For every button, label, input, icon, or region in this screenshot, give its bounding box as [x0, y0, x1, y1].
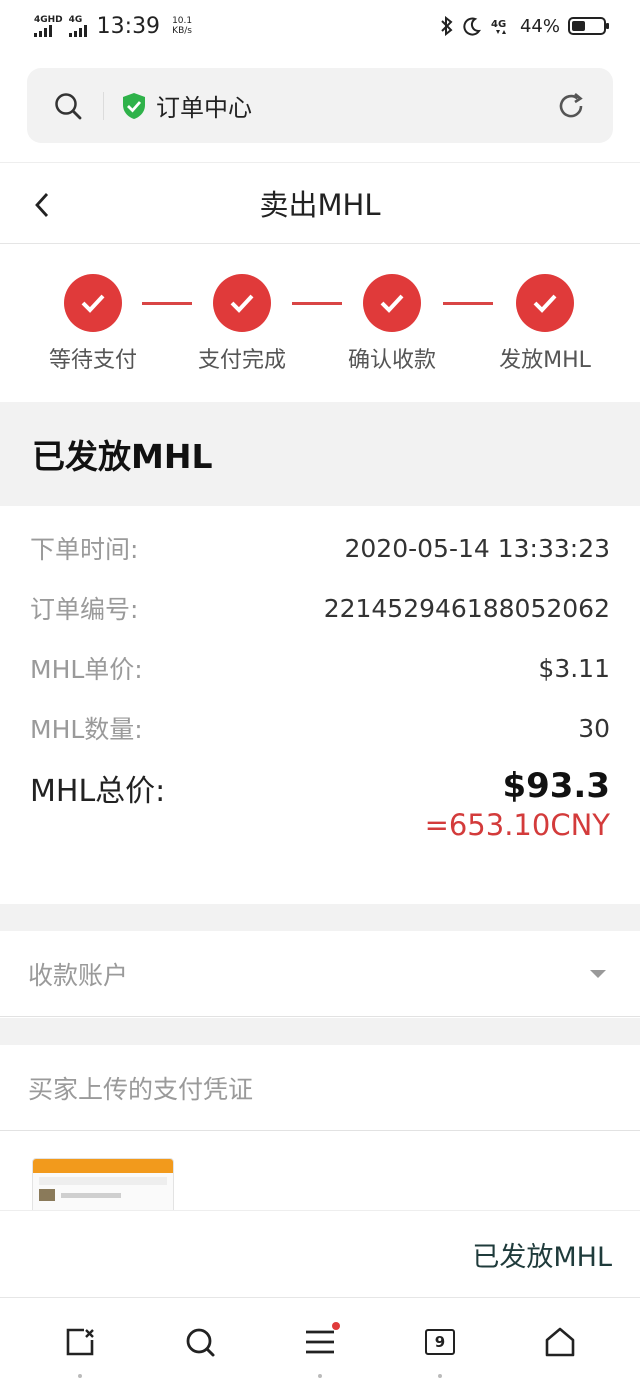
action-bar: 已发放MHL — [0, 1210, 640, 1298]
total-values: $93.3 =653.10CNY — [425, 766, 610, 842]
check-icon — [516, 274, 574, 332]
status-title: 已发放MHL — [32, 437, 213, 476]
nav-dot — [78, 1374, 82, 1378]
thumbnail-row — [39, 1189, 167, 1201]
order-number-row: 订单编号: 221452946188052062 — [30, 578, 610, 638]
total-usd: $93.3 — [502, 766, 610, 806]
order-details: 下单时间: 2020-05-14 13:33:23 订单编号: 22145294… — [0, 506, 640, 904]
notification-dot — [332, 1322, 340, 1330]
section-gap — [0, 1018, 640, 1045]
nav-menu[interactable] — [290, 1312, 350, 1378]
check-icon — [213, 274, 271, 332]
close-page-icon[interactable] — [64, 1326, 96, 1358]
check-icon — [363, 274, 421, 332]
page-title: 卖出MHL — [259, 188, 381, 222]
quantity-label: MHL数量: — [30, 715, 143, 744]
unit-price-label: MHL单价: — [30, 655, 143, 684]
section-gap — [0, 904, 640, 931]
signal-1: 4GHD — [34, 14, 63, 37]
step-payment-complete: 支付完成 — [167, 274, 317, 374]
network-speed: 10.1 KB/s — [172, 16, 192, 36]
nav-dot — [438, 1374, 442, 1378]
page-header: 卖出MHL — [0, 162, 640, 244]
menu-icon[interactable] — [304, 1328, 336, 1356]
step-label: 等待支付 — [48, 348, 137, 373]
step-label: 发放MHL — [499, 348, 591, 373]
signal-2: 4G — [68, 14, 87, 37]
unit-price-row: MHL单价: $3.11 — [30, 638, 610, 698]
moon-icon — [463, 17, 481, 36]
nav-home[interactable] — [530, 1312, 590, 1372]
signal-bars-icon — [34, 24, 52, 37]
shield-check-icon — [123, 92, 145, 119]
url-title: 订单中心 — [156, 94, 252, 122]
total-row: MHL总价: $93.3 =653.10CNY — [30, 766, 610, 842]
search-icon[interactable] — [184, 1326, 216, 1358]
speed-value: 10.1 — [172, 16, 193, 26]
check-icon — [64, 274, 122, 332]
reload-icon[interactable] — [555, 90, 587, 122]
divider — [103, 91, 104, 120]
step-release: 发放MHL — [470, 274, 620, 374]
status-bar: 4GHD 4G 13:39 10.1 KB/s 4G 44% — [0, 0, 640, 52]
total-cny: =653.10CNY — [424, 808, 610, 842]
back-arrow-icon[interactable] — [32, 191, 52, 219]
nav-tabs[interactable]: 9 — [410, 1312, 470, 1378]
battery-fill — [572, 21, 586, 31]
network-type-2: 4G — [68, 14, 83, 25]
search-icon[interactable] — [53, 91, 83, 121]
bluetooth-icon — [441, 16, 453, 36]
status-banner: 已发放MHL — [0, 402, 640, 506]
home-icon[interactable] — [544, 1326, 576, 1358]
status-right: 4G 44% — [440, 15, 609, 37]
progress-steps: 等待支付 支付完成 确认收款 发放MHL — [0, 244, 640, 402]
tabs-icon[interactable]: 9 — [425, 1329, 455, 1355]
caret-down-icon[interactable] — [590, 969, 606, 978]
step-awaiting-payment: 等待支付 — [18, 274, 168, 374]
clock: 13:39 — [96, 13, 161, 39]
step-confirm-receipt: 确认收款 — [317, 274, 467, 374]
quantity-value: 30 — [578, 713, 610, 743]
quantity-row: MHL数量: 30 — [30, 698, 610, 758]
order-number-label: 订单编号: — [30, 595, 139, 624]
order-time-value: 2020-05-14 13:33:23 — [344, 533, 610, 563]
svg-text:4G: 4G — [491, 19, 506, 30]
tabs-count: 9 — [434, 1333, 446, 1351]
order-number-value: 221452946188052062 — [323, 593, 610, 623]
nav-close-page[interactable] — [50, 1312, 110, 1378]
release-mhl-button[interactable]: 已发放MHL — [472, 1235, 612, 1274]
address-bar[interactable]: 订单中心 — [27, 68, 613, 143]
lte-signal-icon: 4G — [491, 19, 506, 34]
step-label: 确认收款 — [347, 348, 436, 373]
order-time-label: 下单时间: — [30, 535, 139, 564]
payment-proof-thumbnail[interactable] — [32, 1158, 174, 1214]
order-time-row: 下单时间: 2020-05-14 13:33:23 — [30, 518, 610, 578]
status-left: 4GHD 4G 13:39 10.1 KB/s — [34, 14, 192, 39]
battery-percent: 44% — [519, 15, 560, 37]
receiving-account-dropdown[interactable]: 收款账户 — [0, 931, 640, 1017]
payment-proof-section: 买家上传的支付凭证 — [0, 1045, 640, 1131]
unit-price-value: $3.11 — [538, 653, 610, 683]
browser-bottom-nav: 9 — [0, 1298, 640, 1386]
battery-icon — [568, 17, 609, 35]
network-type-1: 4GHD — [34, 14, 63, 25]
thumbnail-header — [33, 1159, 173, 1173]
nav-search[interactable] — [170, 1312, 230, 1372]
total-label: MHL总价: — [30, 774, 166, 809]
signal-bars-icon — [68, 24, 87, 37]
payment-proof-label: 买家上传的支付凭证 — [28, 1074, 254, 1104]
speed-unit: KB/s — [172, 26, 192, 36]
step-label: 支付完成 — [197, 348, 286, 373]
thumbnail-row — [39, 1177, 167, 1185]
receiving-account-label: 收款账户 — [28, 960, 129, 990]
nav-dot — [318, 1374, 322, 1378]
